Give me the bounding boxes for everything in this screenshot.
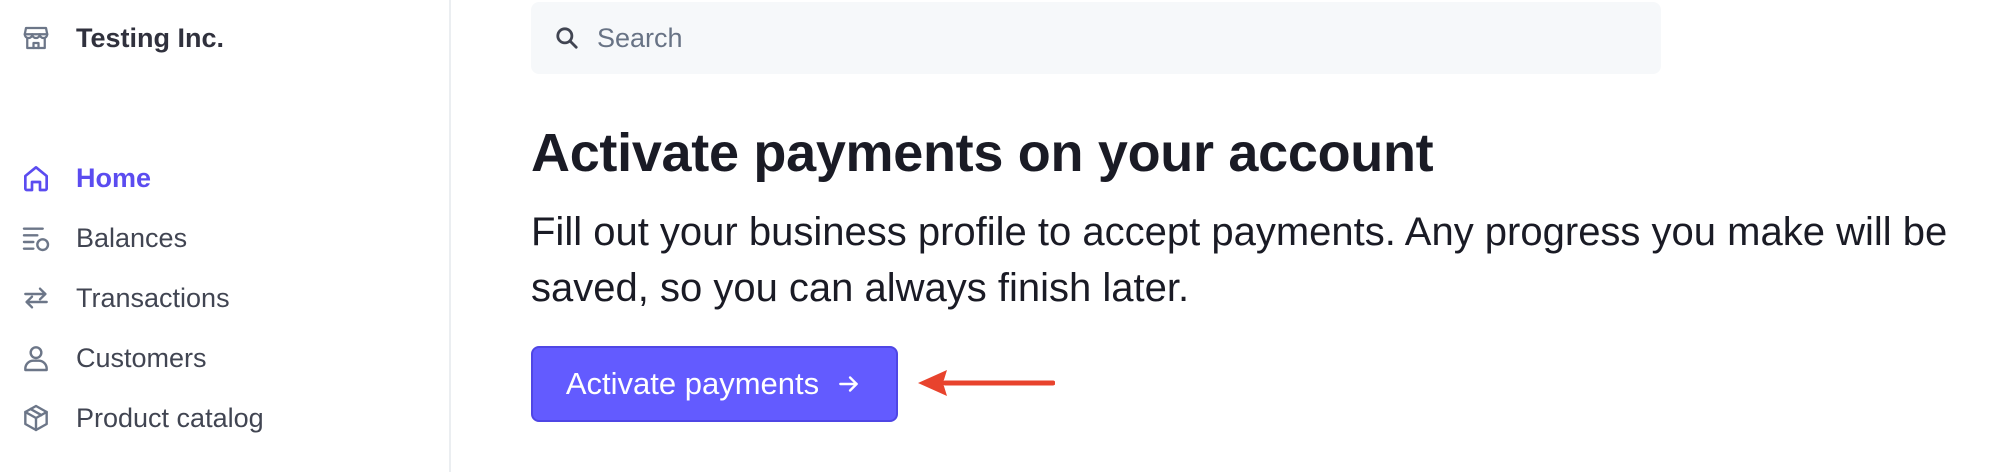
sidebar-item-product-catalog[interactable]: Product catalog: [18, 388, 264, 448]
activate-payments-label: Activate payments: [565, 366, 820, 401]
activate-payments-button[interactable]: Activate payments: [531, 346, 898, 422]
sidebar-item-customers[interactable]: Customers: [18, 328, 264, 388]
customer-icon: [18, 340, 54, 376]
sidebar-item-transactions[interactable]: Transactions: [18, 268, 264, 328]
page-title: Activate payments on your account: [531, 123, 1434, 183]
sidebar-item-label: Transactions: [76, 282, 230, 313]
page-description: Fill out your business profile to accept…: [531, 210, 1948, 310]
search-input[interactable]: [595, 21, 1599, 55]
account-name: Testing Inc.: [76, 22, 225, 53]
transactions-icon: [18, 280, 54, 316]
sidebar: Testing Inc. Home Balances Transactions …: [0, 0, 451, 472]
sidebar-item-home[interactable]: Home: [18, 148, 264, 208]
sidebar-item-label: Balances: [76, 222, 188, 253]
sidebar-item-label: Customers: [76, 342, 207, 373]
search-bar[interactable]: [531, 2, 1661, 74]
sidebar-item-balances[interactable]: Balances: [18, 208, 264, 268]
sidebar-item-label: Product catalog: [76, 402, 264, 433]
store-icon: [20, 22, 52, 54]
sidebar-item-label: Home: [76, 162, 152, 193]
account-switcher[interactable]: Testing Inc.: [20, 22, 224, 54]
app-window: Testing Inc. Home Balances Transactions …: [0, 0, 2002, 472]
arrow-right-icon: [835, 370, 863, 398]
search-icon: [553, 24, 581, 52]
annotation-arrow-icon: [915, 366, 1056, 400]
sidebar-nav: Home Balances Transactions Customers Pro…: [18, 148, 264, 448]
balances-icon: [18, 220, 54, 256]
product-box-icon: [18, 400, 54, 436]
home-icon: [18, 160, 54, 196]
